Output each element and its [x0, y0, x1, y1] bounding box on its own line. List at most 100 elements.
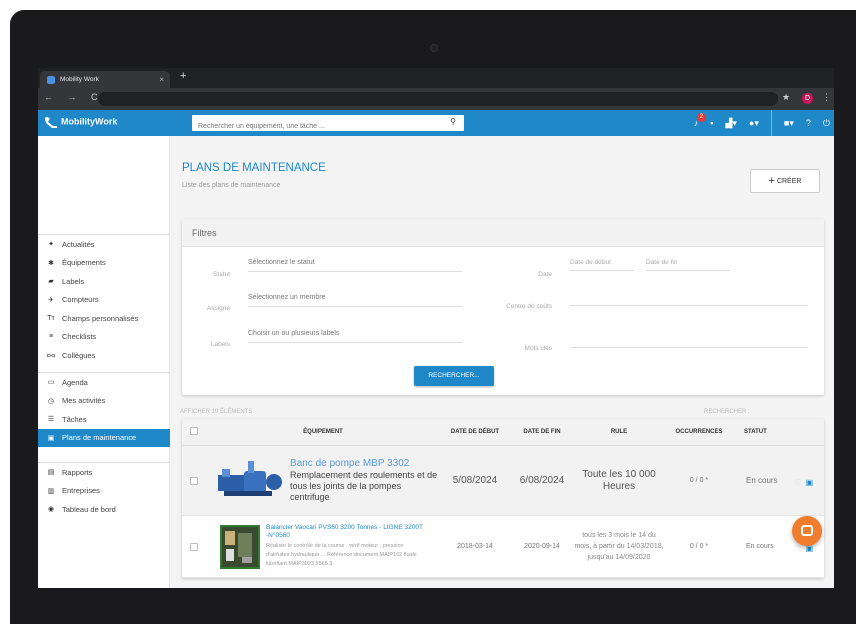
- th-occurrences[interactable]: OCCURRENCES: [664, 429, 734, 435]
- app-logo[interactable]: MobilityWork: [44, 116, 117, 128]
- row-checkbox[interactable]: [190, 542, 198, 551]
- support-chat-button[interactable]: [792, 516, 822, 546]
- statut-label: Statut: [213, 271, 230, 278]
- equipment-link[interactable]: Banc de pompe MBP 3302: [290, 458, 440, 469]
- main-content: PLANS DE MAINTENANCE Liste des plans de …: [170, 136, 834, 588]
- sidebar-item-calendar[interactable]: ▭ Agenda: [38, 373, 170, 392]
- assigne-select[interactable]: Sélectionnez un membre: [248, 294, 462, 307]
- status-cell: En cours: [746, 476, 778, 485]
- select-all-cell: [182, 427, 206, 437]
- date-start-input[interactable]: Date de début: [570, 259, 634, 271]
- calendar-icon[interactable]: ▣: [806, 478, 814, 487]
- chat-icon[interactable]: ▪: [710, 118, 713, 128]
- sidebar-item-plan[interactable]: ▣ Plans de maintenance: [38, 428, 170, 447]
- rule-cell: tous les 3 mois le 14 du mois, à partir …: [574, 532, 664, 561]
- filters-heading: Filtres: [182, 219, 824, 247]
- sidebar-item-label: Collègues: [62, 350, 96, 360]
- help-icon[interactable]: ?: [806, 118, 811, 128]
- plan-description: Remplacement des roulements et de tous l…: [290, 470, 438, 502]
- checklist-icon: ≡: [48, 333, 54, 341]
- chart-menu-icon[interactable]: ▟▾: [725, 118, 736, 129]
- mots-label: Mots clés: [524, 345, 552, 352]
- browser-menu-icon[interactable]: ⋮: [822, 92, 831, 103]
- centre-label: Centre de coûts: [506, 303, 552, 310]
- row-checkbox-cell: [182, 472, 206, 490]
- sidebar-item-tag[interactable]: ▰ Labels: [38, 272, 170, 291]
- feed-icon: ✦: [48, 241, 54, 249]
- sidebar-item-label: Tableau de bord: [62, 504, 116, 514]
- sidebar-item-label: Champs personnalisés: [62, 313, 139, 323]
- create-button[interactable]: + CRÉER: [750, 169, 820, 193]
- sidebar-item-label: Mes activités: [62, 396, 106, 406]
- th-status[interactable]: STATUT: [734, 429, 794, 435]
- favicon-icon: [47, 76, 55, 84]
- notification-bell-icon[interactable]: ♪ 2: [694, 113, 706, 128]
- sidebar-item-report[interactable]: ▤ Rapports: [38, 463, 170, 482]
- filter-search-button[interactable]: RECHERCHER...: [414, 366, 494, 386]
- th-end[interactable]: DATE DE FIN: [510, 429, 574, 435]
- global-search[interactable]: ⚲: [192, 115, 464, 135]
- occurrences-cell: 0 / 0 *: [689, 543, 709, 550]
- meter-icon: ✈: [48, 296, 54, 304]
- sidebar-item-dashboard[interactable]: ◉ Tableau de bord: [38, 500, 170, 519]
- browser-tabbar: Mobility Work × +: [38, 68, 834, 88]
- search-input[interactable]: [192, 118, 432, 135]
- start-date-cell: 2018-03-14: [457, 543, 493, 550]
- select-all-checkbox[interactable]: [190, 427, 198, 435]
- gear-icon: ✱: [48, 259, 54, 267]
- sidebar-group-reports: ▤ Rapports ▥ Entreprises ◉ Tableau de bord: [38, 462, 170, 519]
- people-icon: ⴰⴰ: [46, 352, 56, 360]
- row-checkbox[interactable]: [190, 476, 198, 485]
- logo-text: MobilityWork: [61, 116, 118, 127]
- sidebar-item-label: Compteurs: [62, 295, 99, 305]
- table-row[interactable]: Balancier Vaocari PVS60 3200 Tonnes - LI…: [182, 516, 824, 578]
- mots-input[interactable]: [570, 347, 808, 348]
- sidebar-item-list[interactable]: ☰ Tâches: [38, 410, 170, 429]
- user-menu-icon[interactable]: ●▾: [749, 118, 759, 129]
- th-start[interactable]: DATE DE DÉBUT: [440, 429, 510, 435]
- table-row[interactable]: Banc de pompe MBP 3302 Remplacement des …: [182, 446, 824, 516]
- centre-input[interactable]: [570, 305, 808, 306]
- text-icon: Tт: [47, 314, 55, 322]
- sidebar-item-label: Équipements: [62, 258, 106, 268]
- bookmark-star-icon[interactable]: ★: [782, 92, 790, 103]
- sidebar-item-clock[interactable]: ◷ Mes activités: [38, 392, 170, 411]
- header-icons: ♪ 2 ▪ ▟▾ ●▾ ■▾ ? ⏻: [694, 110, 830, 136]
- th-rule[interactable]: RULE: [574, 429, 664, 435]
- sidebar-group-planning: ▭ Agenda ◷ Mes activités ☰ Tâches ▣ Plans de ma…: [38, 372, 170, 447]
- tab-title: Mobility Work: [60, 76, 99, 83]
- browser-tab[interactable]: Mobility Work ×: [40, 71, 170, 88]
- sidebar-item-label: Agenda: [62, 377, 88, 387]
- address-bar: ← → C ★ D ⋮: [38, 88, 834, 110]
- sidebar-item-label: Entreprises: [62, 486, 100, 496]
- statut-select[interactable]: Sélectionnez le statut: [248, 259, 462, 272]
- webcam: [430, 44, 438, 52]
- company-menu-icon[interactable]: ■▾: [784, 118, 794, 129]
- sidebar-item-meter[interactable]: ✈ Compteurs: [38, 291, 170, 310]
- header-divider: [770, 110, 772, 136]
- tab-close-icon[interactable]: ×: [159, 71, 164, 88]
- power-icon[interactable]: ⏻: [823, 118, 830, 129]
- new-tab-button[interactable]: +: [180, 70, 186, 82]
- nav-buttons[interactable]: ← → C: [44, 92, 104, 102]
- th-equipment[interactable]: ÉQUIPEMENT: [206, 429, 440, 435]
- equipment-link[interactable]: Balancier Vaocari PVS60 3200 Tonnes - LI…: [266, 524, 426, 539]
- labels-select[interactable]: Choisir un ou plusieurs labels: [248, 330, 462, 343]
- sidebar-item-checklist[interactable]: ≡ Checklists: [38, 328, 170, 347]
- sidebar-item-text[interactable]: Tт Champs personnalisés: [38, 309, 170, 328]
- table-header: ÉQUIPEMENT DATE DE DÉBUT DATE DE FIN RUL…: [182, 419, 824, 446]
- sidebar-item-building[interactable]: ▥ Entreprises: [38, 482, 170, 501]
- sidebar-group-main: ✦ Actualités ✱ Équipements ▰ Labels ✈ Compteurs…: [38, 234, 170, 365]
- sidebar-item-label: Tâches: [62, 414, 87, 424]
- search-icon[interactable]: ⚲: [450, 117, 456, 126]
- logo-icon: [45, 117, 57, 128]
- list-search-label: RECHERCHER :: [704, 409, 750, 415]
- profile-avatar[interactable]: D: [802, 93, 813, 104]
- sidebar-item-feed[interactable]: ✦ Actualités: [38, 235, 170, 254]
- sidebar-item-gear[interactable]: ✱ Équipements: [38, 254, 170, 273]
- url-input[interactable]: [98, 92, 778, 106]
- date-end-input[interactable]: Date de fin: [646, 259, 730, 271]
- plan-description: Réaliser le contrôle de la course , véri…: [266, 543, 417, 567]
- page-size-selector[interactable]: AFFICHER 10 ÉLÉMENTS: [180, 409, 252, 415]
- sidebar-item-people[interactable]: ⴰⴰ Collègues: [38, 346, 170, 365]
